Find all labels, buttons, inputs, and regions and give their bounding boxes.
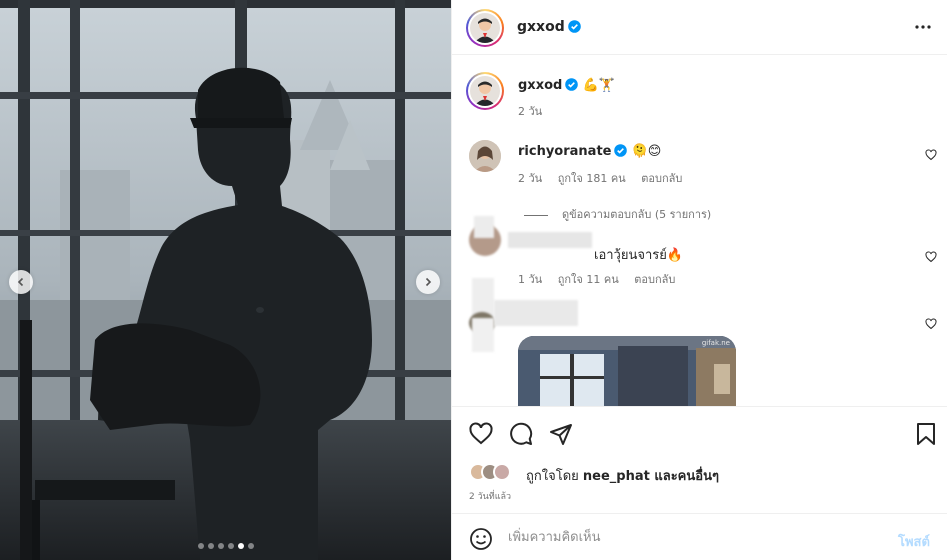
comment-2-reply-button[interactable]: ตอบกลับ — [634, 273, 675, 286]
comment-1-time: 2 วัน — [518, 172, 543, 185]
instagram-post-dialog: gxxod gxxod 💪🏋 2 วัน richyoranate 🫠😊 2 ว… — [0, 0, 947, 560]
carousel-dot — [247, 543, 254, 549]
carousel-dot — [217, 543, 224, 549]
likes-others-link[interactable]: และคนอื่นๆ — [650, 469, 719, 484]
comment-1-like-icon[interactable] — [925, 149, 937, 161]
comment-1-emojis: 🫠😊 — [631, 144, 662, 159]
author-avatar — [470, 13, 500, 43]
more-options-button[interactable] — [914, 18, 932, 40]
author-username-text[interactable]: gxxod — [517, 19, 565, 35]
carousel-dot — [227, 543, 234, 549]
previous-photo-button[interactable] — [9, 270, 33, 294]
carousel-indicator — [0, 543, 451, 549]
comment-2-time: 1 วัน — [518, 273, 543, 286]
comment-1-reply-button[interactable]: ตอบกลับ — [641, 172, 682, 185]
blurred-region — [474, 216, 494, 238]
caption-text: gxxod 💪🏋 — [518, 78, 615, 93]
verified-badge-icon — [565, 78, 579, 91]
comment-bubble-icon[interactable] — [509, 422, 533, 446]
post-sidebar: gxxod gxxod 💪🏋 2 วัน richyoranate 🫠😊 2 ว… — [451, 0, 947, 560]
comment-2-text: เอาวุ้ยนจารย์🔥 — [594, 244, 683, 265]
chevron-left-icon — [17, 277, 24, 287]
blurred-region — [472, 318, 494, 352]
caption-time: 2 วัน — [518, 105, 543, 118]
carousel-dot — [197, 543, 204, 549]
caption-emojis: 💪🏋 — [582, 78, 615, 93]
likes-user-link[interactable]: nee_phat — [583, 469, 650, 484]
comment-input[interactable] — [508, 526, 868, 548]
comment-3-like-icon[interactable] — [925, 318, 937, 330]
chevron-right-icon — [425, 277, 432, 287]
caption-author-ring[interactable] — [466, 72, 504, 110]
comment-2-like-icon[interactable] — [925, 251, 937, 263]
caption-author-avatar — [470, 76, 500, 106]
comments-list: gxxod 💪🏋 2 วัน richyoranate 🫠😊 2 วัน ถูก… — [452, 56, 947, 406]
verified-badge-icon — [567, 20, 581, 33]
commenter-avatar[interactable] — [469, 140, 501, 172]
share-send-icon[interactable] — [549, 422, 573, 446]
post-timestamp[interactable]: 2 วันที่แล้ว — [469, 489, 511, 503]
like-heart-icon[interactable] — [469, 422, 493, 446]
replies-line — [524, 214, 548, 216]
view-replies-label: ดูข้อความตอบกลับ (5 รายการ) — [562, 208, 712, 221]
view-replies-button[interactable]: ดูข้อความตอบกลับ (5 รายการ) — [524, 205, 711, 223]
more-horizontal-icon — [915, 25, 931, 29]
gif-watermark: gifak.ne — [702, 339, 730, 347]
comment-composer: โพสต์ — [452, 513, 947, 560]
post-actions: ถูกใจโดย nee_phat และคนอื่นๆ 2 วันที่แล้… — [452, 406, 947, 512]
likes-prefix: ถูกใจโดย — [526, 469, 583, 484]
caption-author-username[interactable]: gxxod — [518, 78, 562, 93]
carousel-dot — [207, 543, 214, 549]
next-photo-button[interactable] — [416, 270, 440, 294]
gif-image: gifak.ne — [518, 336, 736, 406]
comment-1-likes[interactable]: ถูกใจ 181 คน — [558, 172, 626, 185]
post-photo — [0, 0, 451, 560]
post-header: gxxod — [452, 0, 947, 55]
author-username[interactable]: gxxod — [517, 19, 581, 35]
comment-1-text: richyoranate 🫠😊 — [518, 144, 661, 159]
comment-1-username[interactable]: richyoranate — [518, 144, 611, 159]
emoji-picker-icon[interactable] — [469, 527, 493, 551]
bookmark-save-icon[interactable] — [915, 422, 937, 446]
comment-2-likes[interactable]: ถูกใจ 11 คน — [558, 273, 619, 286]
verified-badge-icon — [614, 144, 628, 157]
post-comment-button[interactable]: โพสต์ — [898, 531, 930, 552]
comment-gif[interactable]: gifak.ne — [518, 336, 736, 406]
likes-summary: ถูกใจโดย nee_phat และคนอื่นๆ — [526, 465, 719, 486]
blurred-username — [508, 232, 592, 248]
author-story-ring[interactable] — [466, 9, 504, 47]
comment-1-meta: 2 วัน ถูกใจ 181 คน ตอบกลับ — [518, 169, 694, 187]
liker-avatar[interactable] — [493, 463, 511, 481]
photo-silhouette-image — [0, 0, 451, 560]
comment-2-body: เอาวุ้ยนจารย์🔥 — [594, 248, 684, 263]
comment-2-meta: 1 วัน ถูกใจ 11 คน ตอบกลับ — [518, 270, 687, 288]
caption-meta: 2 วัน — [518, 102, 554, 120]
carousel-dot — [237, 543, 244, 549]
blurred-username — [494, 300, 578, 326]
